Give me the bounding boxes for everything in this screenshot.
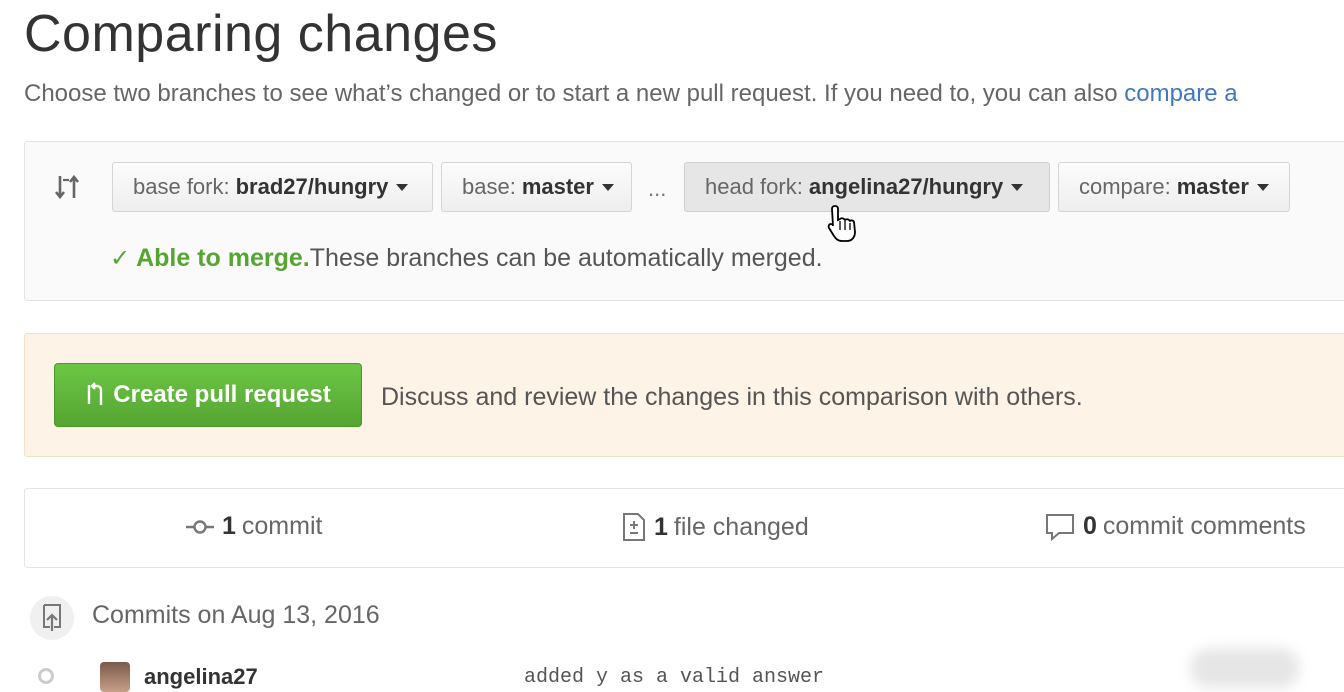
merge-status-message: These branches can be automatically merg… [309, 244, 823, 272]
commit-icon [186, 519, 214, 534]
create-pull-request-button[interactable]: Create pull request [54, 363, 362, 427]
files-changed-tab[interactable]: 1 file changed [622, 512, 809, 542]
caret-down-icon [1011, 183, 1024, 191]
compare-arrows-icon [54, 174, 80, 200]
base-fork-select[interactable]: base fork: brad27/hungry [112, 162, 433, 212]
commits-label: commit [241, 512, 323, 540]
commits-date-heading: Commits on Aug 13, 2016 [92, 601, 380, 629]
check-icon: ✓ [110, 245, 131, 272]
compare-across-forks-link[interactable]: compare a [1124, 80, 1237, 107]
merge-status-label: Able to merge. [136, 244, 310, 272]
head-fork-value: angelina27/hungry [808, 174, 1004, 199]
commit-author-link[interactable]: angelina27 [144, 664, 258, 690]
commit-message-link[interactable]: added y as a valid answer [524, 666, 824, 689]
comment-icon [1046, 513, 1074, 541]
pull-request-icon [88, 382, 103, 405]
base-fork-value: brad27/hungry [235, 174, 389, 199]
merge-status: ✓ Able to merge. These branches can be a… [110, 244, 823, 273]
comments-label: commit comments [1102, 512, 1306, 540]
commit-node-icon [38, 668, 54, 684]
compare-branch-select[interactable]: compare: master [1058, 162, 1290, 212]
head-fork-label: head fork: [705, 174, 803, 199]
compare-branch-label: compare: [1079, 174, 1171, 199]
range-separator: ... [648, 176, 667, 201]
commits-group-icon [30, 596, 74, 640]
hand-cursor-icon [827, 205, 856, 242]
files-count: 1 [654, 512, 668, 541]
create-pull-request-label: Create pull request [113, 381, 331, 408]
compare-branch-value: master [1176, 174, 1249, 199]
avatar[interactable] [100, 662, 130, 692]
base-branch-select[interactable]: base: master [441, 162, 632, 212]
base-fork-label: base fork: [133, 174, 230, 199]
caret-down-icon [1256, 183, 1269, 191]
base-branch-value: master [521, 174, 594, 199]
caret-down-icon [601, 183, 614, 191]
comments-count: 0 [1083, 512, 1097, 540]
base-branch-label: base: [462, 174, 516, 199]
commits-count-tab[interactable]: 1 commit [186, 512, 322, 541]
commit-comments-tab[interactable]: 0 commit comments [1045, 512, 1306, 541]
create-pr-description: Discuss and review the changes in this c… [381, 383, 1083, 411]
subtitle-text: Choose two branches to see what’s change… [24, 80, 1125, 107]
commit-actions-blurred [1190, 648, 1300, 688]
head-fork-select[interactable]: head fork: angelina27/hungry [684, 162, 1050, 212]
caret-down-icon [396, 183, 409, 191]
page-subtitle: Choose two branches to see what’s change… [24, 80, 1238, 108]
file-diff-icon [623, 513, 645, 541]
repo-push-icon [43, 604, 61, 631]
page-title: Comparing changes [24, 5, 498, 63]
files-label: file changed [673, 512, 809, 541]
commits-count: 1 [222, 512, 236, 540]
